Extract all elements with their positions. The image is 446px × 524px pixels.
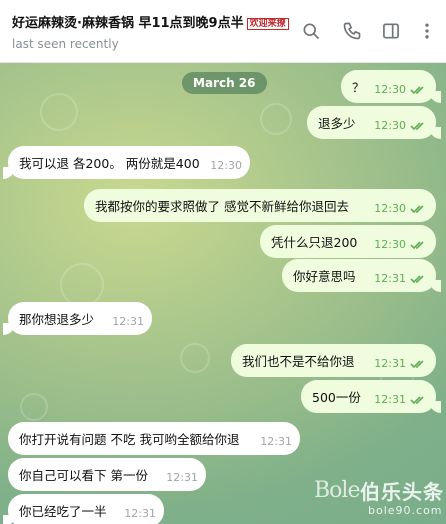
message-text: 那你想退多少 bbox=[19, 312, 95, 327]
message-time: 12:31 bbox=[260, 435, 292, 448]
message-text: 你已经吃了一半 bbox=[19, 504, 107, 519]
message-outgoing[interactable]: 我都按你的要求照做了 感觉不新鲜给你退回去 12:30 bbox=[84, 189, 436, 222]
message-time: 12:31 bbox=[112, 315, 144, 328]
message-meta: 12:30 bbox=[374, 83, 428, 96]
message-text: 我都按你的要求照做了 感觉不新鲜给你退回去 bbox=[95, 199, 349, 214]
date-separator: March 26 bbox=[182, 72, 267, 94]
background-doodle bbox=[260, 103, 292, 135]
message-meta: 12:31 bbox=[166, 471, 198, 484]
message-time: 12:30 bbox=[210, 159, 242, 172]
message-text: 500一份 bbox=[312, 390, 361, 405]
message-meta: 12:31 bbox=[112, 315, 144, 328]
message-incoming[interactable]: 你打开说有问题 不吃 我可哟全额给你退 12:31 bbox=[8, 422, 300, 455]
message-time: 12:31 bbox=[374, 357, 406, 370]
message-outgoing[interactable]: 我们也不是不给你退 12:31 bbox=[231, 344, 436, 377]
message-meta: 12:31 bbox=[374, 272, 428, 285]
message-text: 你打开说有问题 不吃 我可哟全额给你退 bbox=[19, 432, 240, 447]
search-icon[interactable] bbox=[298, 18, 324, 44]
message-meta: 12:31 bbox=[374, 393, 428, 406]
watermark: Bole 伯乐头条 bole90.com bbox=[312, 474, 446, 524]
phone-icon[interactable] bbox=[339, 18, 365, 44]
message-meta: 12:30 bbox=[374, 202, 428, 215]
message-text: 我们也不是不给你退 bbox=[242, 354, 355, 369]
message-text: 你自己可以看下 第一份 bbox=[19, 468, 148, 483]
double-check-icon bbox=[410, 359, 424, 368]
message-meta: 12:30 bbox=[374, 238, 428, 251]
message-outgoing[interactable]: 你好意思吗 12:31 bbox=[282, 259, 441, 292]
message-incoming[interactable]: 你已经吃了一半 12:31 bbox=[3, 494, 164, 524]
chat-title-text: 好运麻辣烫·麻辣香锅 早11点到晚9点半 bbox=[12, 16, 244, 31]
double-check-icon bbox=[410, 85, 424, 94]
chat-info[interactable]: 好运麻辣烫·麻辣香锅 早11点到晚9点半 欢迎来撩 last seen recen… bbox=[12, 12, 312, 51]
double-check-icon bbox=[410, 395, 424, 404]
message-time: 12:30 bbox=[374, 202, 406, 215]
double-check-icon bbox=[410, 240, 424, 249]
message-time: 12:30 bbox=[374, 238, 406, 251]
watermark-name: 伯乐头条 bbox=[360, 480, 444, 504]
watermark-logo: Bole bbox=[314, 478, 360, 503]
double-check-icon bbox=[410, 121, 424, 130]
message-outgoing[interactable]: 退多少 12:30 bbox=[307, 106, 441, 139]
message-time: 12:31 bbox=[374, 272, 406, 285]
background-doodle bbox=[60, 263, 104, 307]
message-meta: 12:31 bbox=[374, 357, 428, 370]
double-check-icon bbox=[410, 274, 424, 283]
message-outgoing[interactable]: 500一份 12:31 bbox=[301, 380, 441, 413]
message-outgoing[interactable]: 凭什么只退200 12:30 bbox=[260, 225, 436, 258]
title-badge: 欢迎来撩 bbox=[246, 17, 289, 30]
message-text: 你好意思吗 bbox=[293, 269, 356, 284]
message-list[interactable]: March 26 ？ 12:30 退多少 12:30 我可以退 各200。 两份… bbox=[0, 63, 446, 524]
last-seen-status: last seen recently bbox=[12, 37, 119, 51]
background-doodle bbox=[20, 393, 48, 421]
message-time: 12:31 bbox=[374, 393, 406, 406]
message-outgoing[interactable]: ？ 12:30 bbox=[341, 70, 441, 103]
background-doodle bbox=[40, 93, 78, 131]
message-meta: 12:30 bbox=[374, 119, 428, 132]
chat-title[interactable]: 好运麻辣烫·麻辣香锅 早11点到晚9点半 欢迎来撩 bbox=[12, 12, 312, 31]
message-time: 12:31 bbox=[166, 471, 198, 484]
chat-window: 好运麻辣烫·麻辣香锅 早11点到晚9点半 欢迎来撩 last seen recen… bbox=[0, 0, 446, 524]
chat-header: 好运麻辣烫·麻辣香锅 早11点到晚9点半 欢迎来撩 last seen recen… bbox=[0, 0, 446, 63]
message-incoming[interactable]: 你自己可以看下 第一份 12:31 bbox=[8, 458, 206, 491]
sidebar-toggle-icon[interactable] bbox=[378, 18, 404, 44]
message-text: 退多少 bbox=[318, 116, 356, 131]
message-incoming[interactable]: 那你想退多少 12:31 bbox=[3, 302, 152, 335]
message-text: ？ bbox=[352, 80, 365, 95]
message-time: 12:31 bbox=[124, 507, 156, 520]
double-check-icon bbox=[410, 204, 424, 213]
message-text: 凭什么只退200 bbox=[271, 235, 358, 250]
watermark-url: bole90.com bbox=[368, 504, 443, 517]
more-vertical-icon[interactable] bbox=[414, 18, 440, 44]
background-doodle bbox=[180, 343, 210, 373]
message-meta: 12:31 bbox=[124, 507, 156, 520]
message-time: 12:30 bbox=[374, 83, 406, 96]
message-meta: 12:30 bbox=[210, 159, 242, 172]
message-text: 我可以退 各200。 两份就是400 bbox=[19, 156, 200, 171]
message-meta: 12:31 bbox=[260, 435, 292, 448]
message-time: 12:30 bbox=[374, 119, 406, 132]
message-incoming[interactable]: 我可以退 各200。 两份就是400 12:30 bbox=[3, 146, 250, 179]
